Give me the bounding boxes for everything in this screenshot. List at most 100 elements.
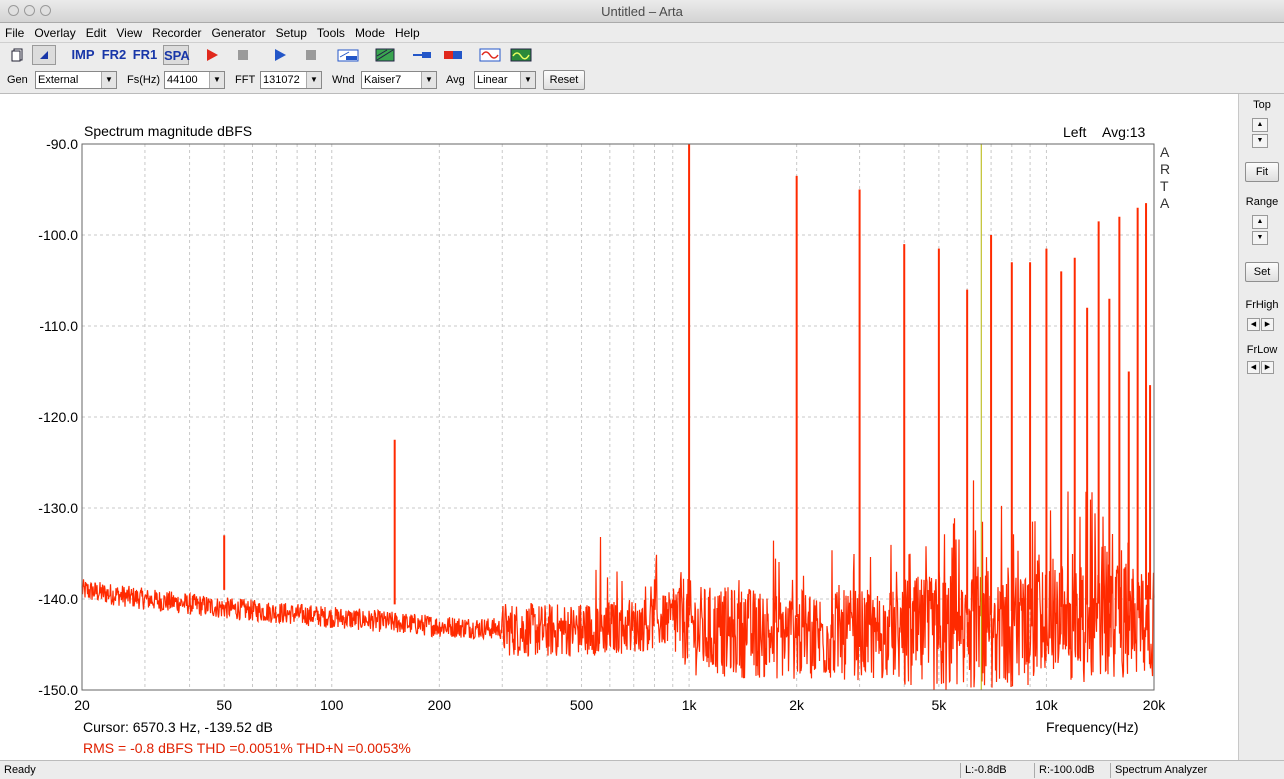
status-ready: Ready: [4, 764, 36, 776]
chevron-down-icon: ▼: [209, 72, 224, 88]
menu-tools[interactable]: Tools: [312, 23, 350, 40]
sine-wave-icon: [479, 48, 501, 62]
arrow-down-icon: ▼: [1256, 137, 1264, 144]
noise-floor-trace: [81, 480, 1155, 691]
menu-view[interactable]: View: [111, 23, 147, 40]
menu-mode[interactable]: Mode: [350, 23, 390, 40]
control-bar: Gen External ▼ Fs(Hz) 44100 ▼ FFT 131072 ▼ …: [0, 68, 1284, 94]
new-file-button[interactable]: [6, 45, 30, 65]
set-button[interactable]: Set: [1245, 262, 1279, 282]
avg-label: Avg: [446, 74, 465, 86]
avg-value: Linear: [477, 74, 508, 86]
annotate-button[interactable]: [336, 45, 360, 65]
frhigh-right-button[interactable]: ▶: [1261, 318, 1274, 331]
fft-select[interactable]: 131072 ▼: [260, 71, 322, 89]
impulse-mode-button[interactable]: IMP: [70, 45, 96, 65]
plot-area[interactable]: -90.0 -100.0 -110.0 -120.0 -130.0 -140.0 -150.…: [0, 94, 1238, 760]
fit-button[interactable]: Fit: [1245, 162, 1279, 182]
x-tick-label: 100: [320, 697, 344, 713]
overlay-button[interactable]: [373, 45, 397, 65]
probe-button[interactable]: [410, 45, 434, 65]
status-right-level: R:-100.0dB: [1034, 763, 1108, 778]
x-tick-label: 20k: [1143, 697, 1167, 713]
menu-setup[interactable]: Setup: [271, 23, 312, 40]
record-stop-button[interactable]: [231, 45, 255, 65]
menu-help[interactable]: Help: [390, 23, 425, 40]
frlow-label: FrLow: [1246, 344, 1278, 356]
level-icon: [444, 51, 462, 59]
rms-thd-readout: RMS = -0.8 dBFS THD =0.0051% THD+N =0.00…: [83, 740, 411, 756]
top-label: Top: [1253, 99, 1271, 111]
side-panel: Top ▲ ▼ Fit Range ▲ ▼ Set FrHigh ◀ ▶ FrL…: [1238, 94, 1284, 760]
x-axis-label: Frequency(Hz): [1046, 719, 1139, 735]
channel-label: Left: [1063, 124, 1086, 140]
menu-bar: File Overlay Edit View Recorder Generator Setu…: [0, 23, 1284, 42]
range-up-button[interactable]: ▲: [1252, 215, 1268, 229]
menu-edit[interactable]: Edit: [81, 23, 112, 40]
fs-value: 44100: [167, 74, 198, 86]
fft-value: 131072: [263, 74, 300, 86]
y-tick-label: -90.0: [46, 136, 78, 152]
input-level-button[interactable]: [441, 45, 465, 65]
x-tick-label: 20: [74, 697, 90, 713]
fs-select[interactable]: 44100 ▼: [164, 71, 225, 89]
fr2-mode-button[interactable]: FR2: [101, 45, 127, 65]
y-tick-label: -110.0: [39, 318, 78, 334]
pointer-icon: [40, 51, 48, 59]
logo-letter-t: T: [1160, 178, 1169, 194]
spa-mode-button[interactable]: SPA: [163, 45, 190, 65]
pointer-mode-button[interactable]: [32, 45, 56, 65]
gen-select[interactable]: External ▼: [35, 71, 117, 89]
status-bar: Ready L:-0.8dB R:-100.0dB Spectrum Analy…: [0, 760, 1284, 779]
window-title: Untitled – Arta: [601, 4, 683, 19]
x-tick-label: 5k: [931, 697, 947, 713]
play-red-icon: [207, 49, 218, 61]
toolbar: IMP FR2 FR1 SPA: [0, 42, 1284, 69]
y-tick-label: -100.0: [38, 227, 78, 243]
range-down-button[interactable]: ▼: [1252, 231, 1268, 245]
new-document-icon: [11, 48, 23, 62]
menu-overlay[interactable]: Overlay: [29, 23, 80, 40]
y-tick-label: -120.0: [38, 409, 78, 425]
scope-button[interactable]: [509, 45, 533, 65]
logo-letter-a2: A: [1160, 195, 1170, 211]
wnd-label: Wnd: [332, 74, 355, 86]
reset-button[interactable]: Reset: [543, 70, 585, 90]
y-tick-label: -140.0: [38, 591, 78, 607]
annotate-icon: [337, 49, 359, 62]
y-tick-label: -130.0: [38, 500, 78, 516]
menu-file[interactable]: File: [0, 23, 29, 40]
menu-generator[interactable]: Generator: [207, 23, 271, 40]
arrow-left-icon: ◀: [1250, 364, 1257, 371]
signal-generator-button[interactable]: [478, 45, 502, 65]
chevron-down-icon: ▼: [306, 72, 321, 88]
record-start-button[interactable]: [200, 45, 224, 65]
avg-select[interactable]: Linear ▼: [474, 71, 536, 89]
spectrum-chart[interactable]: -90.0 -100.0 -110.0 -120.0 -130.0 -140.0 -150.…: [0, 94, 1238, 760]
frhigh-left-button[interactable]: ◀: [1247, 318, 1260, 331]
logo-letter-a: A: [1160, 144, 1170, 160]
overlay-icon: [375, 48, 395, 62]
status-mode: Spectrum Analyzer: [1110, 763, 1284, 778]
top-up-button[interactable]: ▲: [1252, 118, 1268, 132]
x-tick-label: 1k: [682, 697, 698, 713]
chevron-down-icon: ▼: [520, 72, 535, 88]
arrow-down-icon: ▼: [1256, 234, 1264, 241]
x-tick-label: 50: [216, 697, 232, 713]
frlow-left-button[interactable]: ◀: [1247, 361, 1260, 374]
frlow-right-button[interactable]: ▶: [1261, 361, 1274, 374]
menu-recorder[interactable]: Recorder: [147, 23, 206, 40]
wnd-select[interactable]: Kaiser7 ▼: [361, 71, 437, 89]
fft-label: FFT: [235, 74, 256, 86]
fr1-mode-button[interactable]: FR1: [132, 45, 158, 65]
top-down-button[interactable]: ▼: [1252, 134, 1268, 148]
stop-icon: [306, 50, 316, 60]
probe-icon: [413, 52, 431, 58]
title-bar: Untitled – Arta: [0, 0, 1284, 23]
x-tick-label: 10k: [1035, 697, 1059, 713]
range-label: Range: [1245, 196, 1279, 208]
arrow-right-icon: ▶: [1264, 364, 1271, 371]
generator-start-button[interactable]: [268, 45, 292, 65]
cursor-readout: Cursor: 6570.3 Hz, -139.52 dB: [83, 719, 273, 735]
generator-stop-button[interactable]: [299, 45, 323, 65]
